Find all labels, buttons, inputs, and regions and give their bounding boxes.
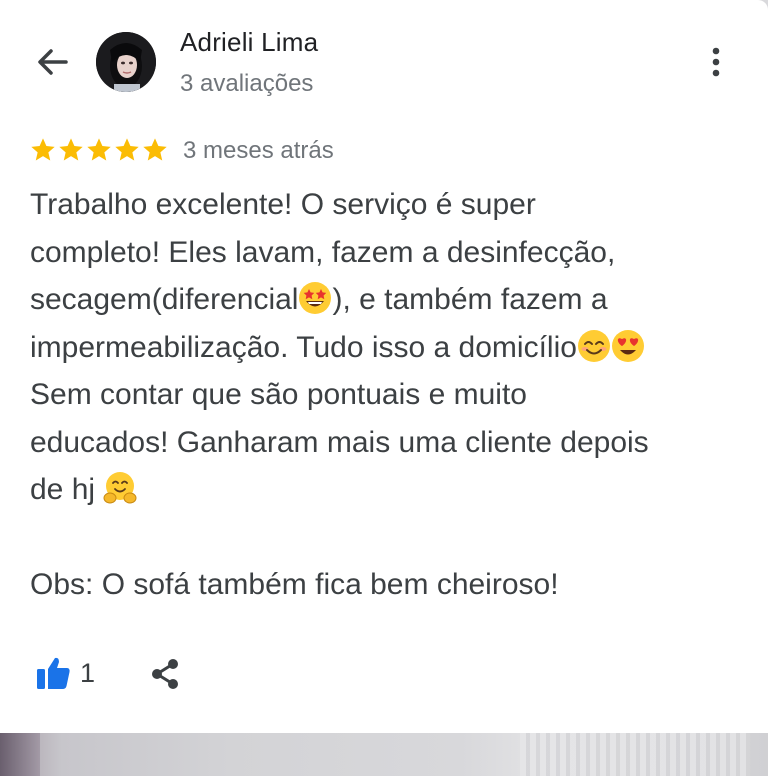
hugging-emoji-icon <box>103 472 137 504</box>
photo-segment <box>0 733 40 776</box>
heart-eyes-emoji-icon <box>611 329 644 362</box>
review-photo-preview[interactable] <box>0 733 768 776</box>
smiling-eyes-emoji-icon <box>577 329 610 362</box>
avatar[interactable] <box>96 32 156 92</box>
review-text: Trabalho excelente! O serviço é super co… <box>30 181 745 609</box>
reviewer-name[interactable]: Adrieli Lima <box>180 27 318 58</box>
share-icon[interactable] <box>148 656 182 692</box>
star-struck-emoji-icon <box>299 282 332 314</box>
review-card: Adrieli Lima 3 avaliações 3 meses atrás … <box>0 0 768 733</box>
review-text-part: Obs: O sofá também fica bem cheiroso! <box>30 568 559 601</box>
thumbs-up-icon[interactable] <box>34 654 72 692</box>
reviewer-review-count[interactable]: 3 avaliações <box>180 70 313 98</box>
more-options-icon[interactable] <box>700 42 732 82</box>
back-arrow-icon[interactable] <box>32 42 72 82</box>
review-time: 3 meses atrás <box>183 137 334 164</box>
photo-segment <box>520 733 750 776</box>
star-icon <box>59 138 83 161</box>
star-rating <box>29 136 169 166</box>
star-icon <box>31 138 55 161</box>
like-count: 1 <box>80 658 96 688</box>
avatar-image <box>96 32 156 92</box>
star-icon <box>87 138 111 161</box>
star-icon <box>143 138 167 161</box>
star-icon <box>115 138 139 161</box>
